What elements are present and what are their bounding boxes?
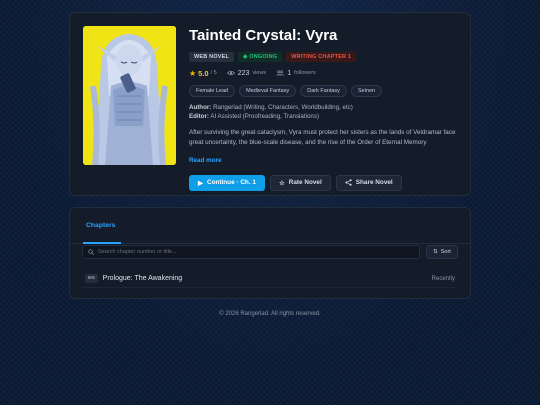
editor-line: Editor: AI Assisted (Proofreading, Trans…: [189, 113, 461, 122]
editor-name: AI Assisted (Proofreading, Translations): [210, 112, 320, 120]
genre-tag[interactable]: Female Lead: [189, 85, 236, 97]
followers-label: followers: [294, 70, 316, 76]
novel-header-card: Tainted Crystal: Vyra WEB NOVEL ◆ ONGOIN…: [69, 12, 471, 196]
tab-active-indicator: [83, 242, 121, 244]
continue-reading-button[interactable]: ▶ Continue · Ch. 1: [189, 174, 265, 191]
language-badge: EN: [85, 274, 98, 283]
chapters-card: Chapters ⇅ Sort EN Prologue: The Awakeni…: [69, 207, 471, 299]
share-novel-button[interactable]: Share Novel: [335, 174, 402, 191]
genre-tags: Female Lead Medieval Fantasy Dark Fantas…: [189, 85, 461, 97]
eye-icon: [226, 70, 235, 76]
credits: Author: Rangerlad (Writing, Characters, …: [189, 104, 461, 121]
views-label: views: [252, 70, 267, 76]
views-count: 223: [237, 69, 250, 77]
action-buttons: ▶ Continue · Ch. 1 ☆ Rate Novel Share No…: [189, 174, 461, 191]
novel-info: Tainted Crystal: Vyra WEB NOVEL ◆ ONGOIN…: [189, 26, 461, 191]
footer-copyright: © 2026 Rangerlad. All rights reserved.: [219, 311, 321, 317]
tab-chapters[interactable]: Chapters: [86, 222, 115, 229]
star-icon: ★: [189, 68, 197, 78]
followers-count: 1: [287, 69, 292, 77]
novel-title: Tainted Crystal: Vyra: [189, 27, 338, 44]
rating-max: / 5: [210, 70, 217, 76]
author-line: Author: Rangerlad (Writing, Characters, …: [189, 104, 461, 113]
continue-reading-label: Continue · Ch. 1: [206, 179, 256, 187]
play-icon: ▶: [198, 179, 203, 187]
chapter-title: Prologue: The Awakening: [102, 275, 183, 282]
sort-icon: ⇅: [433, 249, 438, 255]
chapter-search-row: ⇅ Sort: [82, 245, 458, 259]
editor-label: Editor:: [189, 112, 209, 120]
status-badge: ◆ ONGOING: [238, 52, 283, 62]
synopsis: After surviving the great cataclysm, Vyr…: [189, 129, 456, 147]
sort-button[interactable]: ⇅ Sort: [426, 245, 458, 259]
status-badge-label: ONGOING: [249, 54, 278, 60]
star-outline-icon: ☆: [279, 179, 285, 187]
rate-novel-label: Rate Novel: [288, 179, 322, 187]
users-icon: [276, 70, 285, 76]
chapter-list-item[interactable]: EN Prologue: The Awakening Recently: [82, 270, 458, 288]
read-more-link[interactable]: Read more: [189, 157, 222, 164]
novel-cover-image[interactable]: [83, 26, 176, 165]
share-icon: [345, 179, 352, 186]
search-icon: [88, 249, 94, 255]
rating-value: 5.0: [198, 68, 209, 78]
chapter-search-input[interactable]: [98, 249, 298, 255]
chapter-tabs: Chapters: [70, 208, 470, 244]
progress-badge: WRITING CHAPTER 1: [286, 52, 357, 62]
chapter-date: Recently: [431, 275, 455, 282]
author-name: Rangerlad (Writing, Characters, Worldbui…: [213, 104, 353, 111]
genre-tag[interactable]: Medieval Fantasy: [239, 85, 297, 97]
stats-row: ★ 5.0 / 5 223 views 1 followers: [189, 68, 461, 78]
type-badge: WEB NOVEL: [189, 52, 235, 62]
sort-label: Sort: [440, 249, 451, 255]
badge-row: WEB NOVEL ◆ ONGOING WRITING CHAPTER 1: [189, 52, 461, 62]
genre-tag[interactable]: Dark Fantasy: [300, 85, 347, 97]
author-label: Author:: [189, 104, 212, 111]
share-novel-label: Share Novel: [355, 179, 393, 187]
rate-novel-button[interactable]: ☆ Rate Novel: [270, 174, 331, 191]
cover-illustration: [83, 26, 176, 165]
genre-tag[interactable]: Seinen: [350, 85, 383, 97]
chapter-search-box: [82, 245, 420, 259]
